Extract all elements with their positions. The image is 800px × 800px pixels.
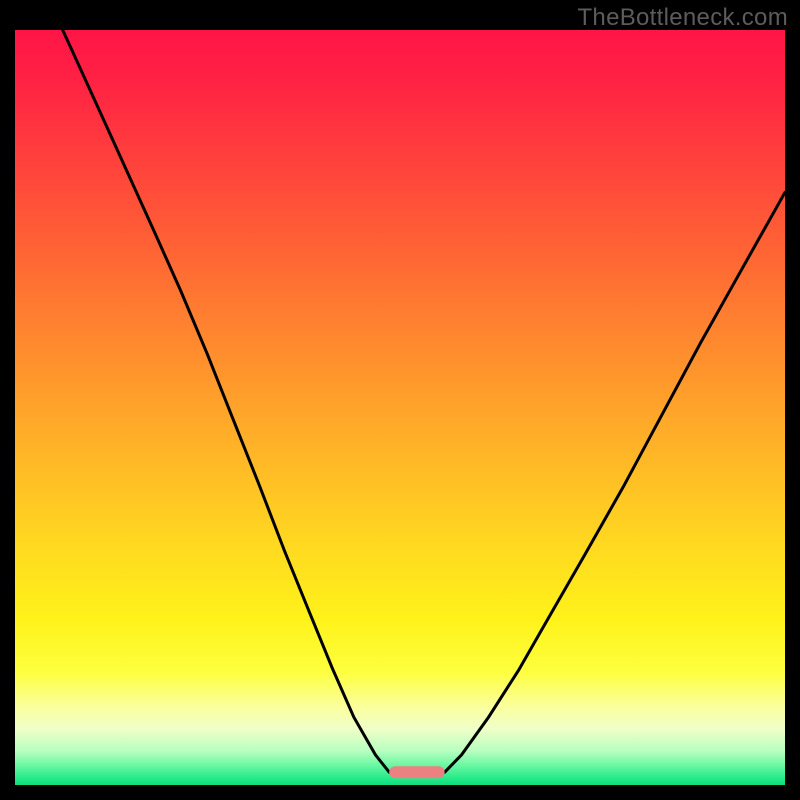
gradient-background xyxy=(15,30,785,785)
chart-frame: TheBottleneck.com xyxy=(0,0,800,800)
optimal-marker xyxy=(389,766,444,778)
watermark-text: TheBottleneck.com xyxy=(577,4,788,32)
chart-svg xyxy=(15,30,785,785)
plot-area xyxy=(15,30,785,785)
